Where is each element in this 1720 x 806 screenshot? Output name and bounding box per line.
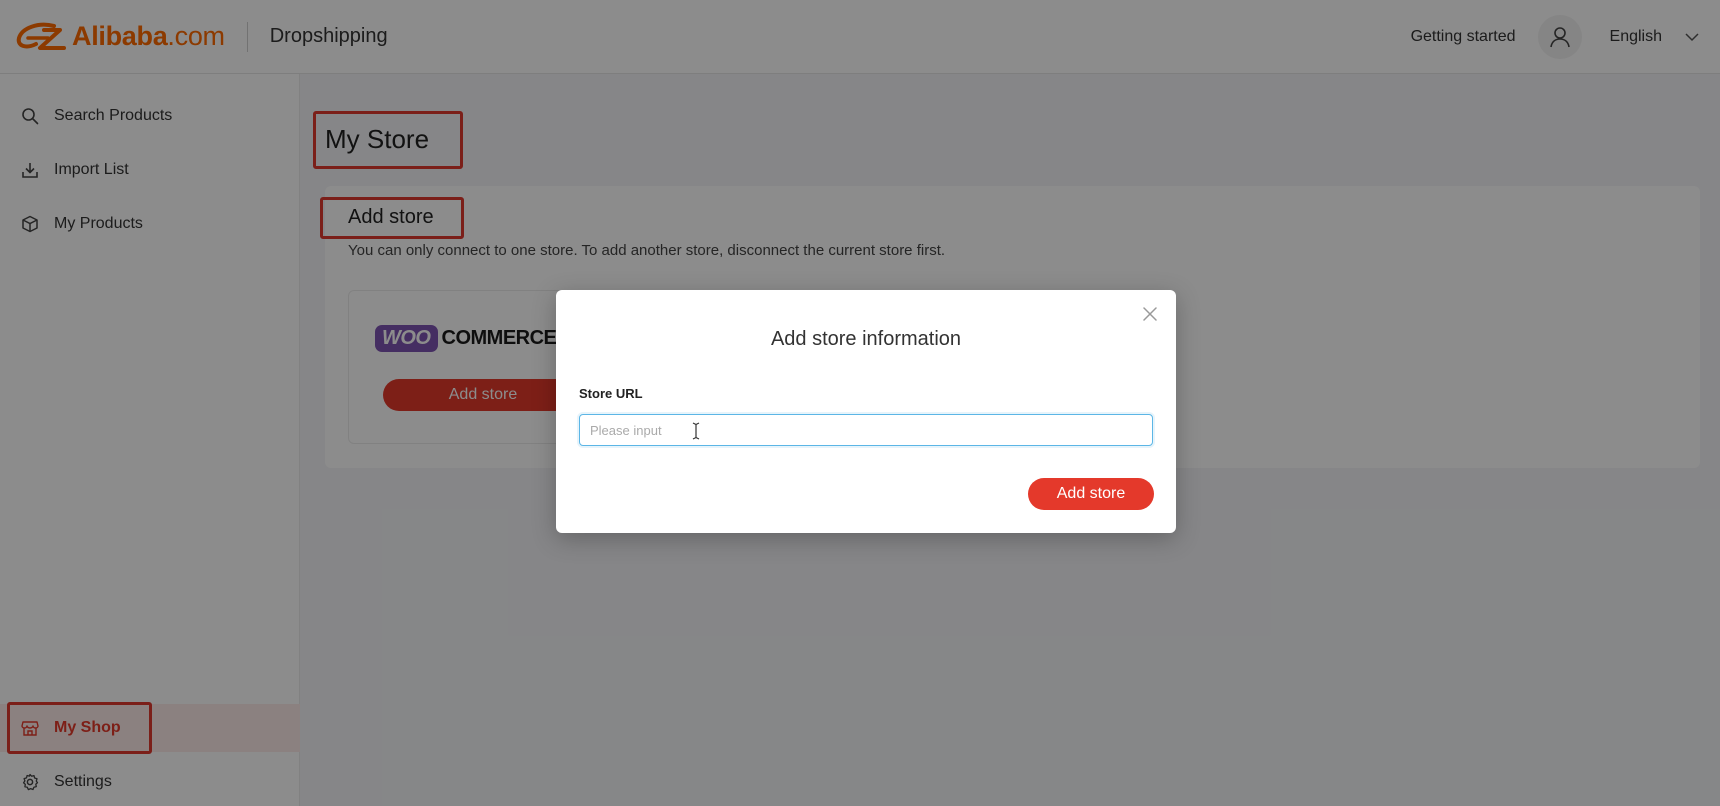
add-store-submit-button[interactable]: Add store [1028,478,1154,510]
close-icon [1143,307,1157,321]
app-window: Alibaba.com Dropshipping Getting started… [0,0,1720,806]
store-url-input[interactable] [579,414,1153,446]
modal-title: Add store information [770,328,962,350]
add-store-dialog: Add store information Store URL Add stor… [556,290,1176,533]
modal-close-button[interactable] [1138,302,1162,326]
store-url-label: Store URL [579,386,643,401]
text-cursor-icon [692,422,700,440]
